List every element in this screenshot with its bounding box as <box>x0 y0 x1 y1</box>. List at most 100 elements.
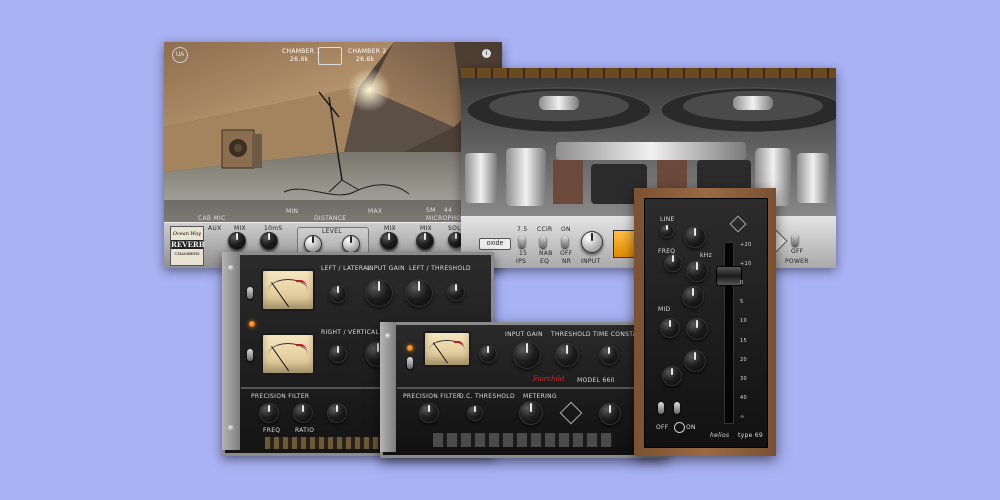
rack-ear-left <box>380 322 396 452</box>
eq-model: type 69 <box>738 432 764 439</box>
fader-scale-mark: 0 <box>740 280 744 286</box>
mono-metering-knob[interactable] <box>519 401 543 425</box>
vu-meter-left <box>261 269 315 311</box>
filter-knob-1[interactable] <box>259 403 279 423</box>
power-switch[interactable] <box>792 234 798 246</box>
info-icon[interactable]: i <box>482 49 491 58</box>
label-precision-filter: PRECISION FILTER <box>251 393 310 400</box>
badge-line1: Ocean Way <box>172 231 202 237</box>
fader-scale-mark: +20 <box>740 242 752 248</box>
mono-label-threshold: THRESHOLD <box>551 331 591 338</box>
eq-switch[interactable] <box>540 236 546 248</box>
ua-logo: UA <box>172 47 188 63</box>
eq-bottom: NAB <box>539 250 553 257</box>
treble-knob[interactable] <box>686 260 708 282</box>
ips-top: 7.5 <box>517 226 528 233</box>
fader-scale-mark: 10 <box>740 318 747 324</box>
chamber1-value: 26.6k <box>290 56 309 63</box>
time-constant-knob[interactable] <box>447 283 465 301</box>
line-knob[interactable] <box>660 224 674 238</box>
label-right-vertical: RIGHT / VERTICAL <box>321 329 380 336</box>
mono-input-gain-knob[interactable] <box>513 341 541 369</box>
room-scene <box>164 42 502 222</box>
filter-knob-2[interactable] <box>293 403 313 423</box>
distance-title: DISTANCE <box>314 215 347 222</box>
mono-dc-knob[interactable] <box>467 405 483 421</box>
mid-freq-knob[interactable] <box>660 318 680 338</box>
led-indicator <box>249 321 255 327</box>
mono-switch[interactable] <box>407 357 413 369</box>
level-knob-right[interactable] <box>342 235 360 253</box>
fader-scale-mark: +10 <box>740 261 752 267</box>
bass-knob[interactable] <box>664 254 682 272</box>
mono-compressor-plugin: INPUT GAIN THRESHOLD TIME CONSTANT Fairc… <box>380 322 668 458</box>
level-knob-left[interactable] <box>304 235 322 253</box>
low-knob[interactable] <box>684 350 706 372</box>
fader-scale-mark: 20 <box>740 357 747 363</box>
left-lateral-knob[interactable] <box>329 285 347 303</box>
mono-bottom-tubes <box>433 433 613 447</box>
filter-knob-3[interactable] <box>327 403 347 423</box>
reverb-badge: Ocean Way REVERB CHAMBERS <box>170 226 205 266</box>
eq-label-on: ON <box>686 424 696 431</box>
mono-output-knob[interactable] <box>599 403 621 425</box>
label-mix-1: MIX <box>234 225 246 232</box>
power-state: OFF <box>791 248 804 255</box>
mix-knob-b[interactable] <box>416 232 434 250</box>
mono-label-input-gain: INPUT GAIN <box>505 331 543 338</box>
eq-label-line: LINE <box>660 216 675 223</box>
eq-brand: helios <box>710 432 730 439</box>
rack-screw <box>385 333 391 339</box>
label-ratio: RATIO <box>295 427 315 434</box>
threshold-knob[interactable] <box>405 279 433 307</box>
input-knob[interactable] <box>581 231 603 253</box>
ips-switch[interactable] <box>519 236 525 248</box>
high-freq-knob[interactable] <box>684 226 706 248</box>
nr-switch[interactable] <box>562 236 568 248</box>
fader-scale-mark: 15 <box>740 338 747 344</box>
chamber2-label: CHAMBER 2 <box>348 48 387 55</box>
rack-screw <box>228 265 234 271</box>
right-vertical-knob[interactable] <box>329 345 347 363</box>
meter-switch-2[interactable] <box>247 349 253 361</box>
fader-scale: +20 +10 0 5 10 15 20 30 40 ∞ <box>738 242 762 422</box>
mic-label-a: SM <box>426 207 436 214</box>
mono-left-knob[interactable] <box>479 345 497 363</box>
ips-label: IPS <box>516 258 527 265</box>
label-10ms: 10mS <box>264 225 283 232</box>
label-freq: FREQ <box>263 427 281 434</box>
mono-label-filter: PRECISION FILTER <box>403 393 462 400</box>
chamber-link-icon[interactable] <box>318 47 342 65</box>
label-threshold: LEFT / THRESHOLD <box>409 265 471 272</box>
ips-bottom: 15 <box>519 250 528 257</box>
label-level: LEVEL <box>322 228 342 235</box>
eq-switch-1[interactable] <box>658 402 664 414</box>
ua-diamond-icon <box>559 401 583 425</box>
eq-label-off: OFF <box>656 424 669 431</box>
badge-line2: REVERB <box>171 240 205 249</box>
nr-bottom: OFF <box>560 250 573 257</box>
input-gain-knob[interactable] <box>365 279 393 307</box>
mid-gain-knob[interactable] <box>682 286 704 308</box>
mono-label-dc-threshold: D.C. THRESHOLD <box>459 393 515 400</box>
mono-threshold-knob[interactable] <box>555 343 579 367</box>
label-mix-2: MIX <box>384 225 396 232</box>
vu-meter-right <box>261 333 315 375</box>
mid-level-knob[interactable] <box>686 318 708 340</box>
mono-brand: Fairchild <box>533 375 565 383</box>
mono-led <box>407 345 413 351</box>
tape-top-panel <box>461 68 836 78</box>
mono-time-constant-knob[interactable] <box>599 345 619 365</box>
mono-filter-knob[interactable] <box>419 403 439 423</box>
predelay-knob[interactable] <box>260 232 278 250</box>
aux-knob[interactable] <box>228 232 246 250</box>
mix-knob-a[interactable] <box>380 232 398 250</box>
low-freq-knob[interactable] <box>662 366 682 386</box>
meter-switch-1[interactable] <box>247 287 253 299</box>
distance-max: MAX <box>368 208 383 215</box>
badge-line3: CHAMBERS <box>174 251 200 256</box>
eq-switch-2[interactable] <box>674 402 680 414</box>
power-button[interactable] <box>674 422 685 433</box>
power-label: POWER <box>785 258 809 265</box>
mono-label-metering: METERING <box>523 393 557 400</box>
